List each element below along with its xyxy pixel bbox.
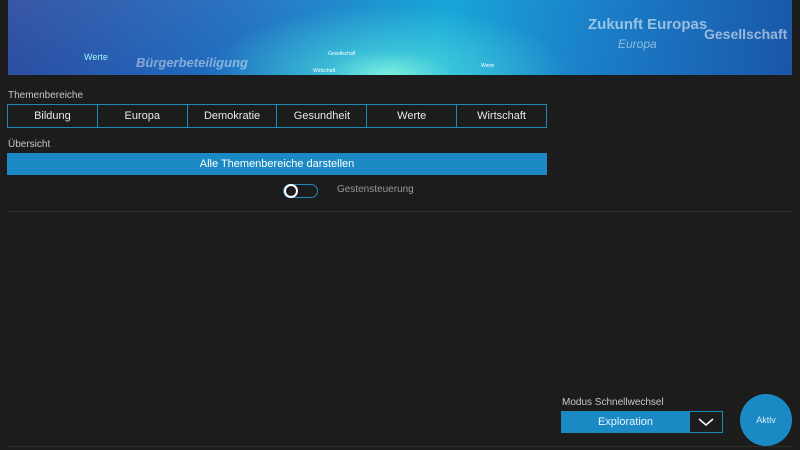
tab-demokratie[interactable]: Demokratie bbox=[188, 105, 278, 127]
banner-word: Gesellschaft bbox=[328, 51, 356, 57]
banner-word: Europa bbox=[618, 37, 657, 51]
chevron-down-icon[interactable] bbox=[689, 412, 722, 432]
banner-word: Werte bbox=[481, 63, 495, 69]
gesture-control-toggle[interactable] bbox=[283, 184, 318, 198]
gesture-control-label: Gestensteuerung bbox=[337, 184, 414, 195]
tab-bildung[interactable]: Bildung bbox=[8, 105, 98, 127]
tab-wirtschaft[interactable]: Wirtschaft bbox=[457, 105, 546, 127]
uebersicht-label: Übersicht bbox=[8, 139, 51, 150]
tab-gesundheit[interactable]: Gesundheit bbox=[277, 105, 368, 127]
banner-word: Gesellschaft bbox=[704, 26, 788, 42]
banner-word: Wirtschaft bbox=[313, 68, 336, 74]
show-all-topics-button[interactable]: Alle Themenbereiche darstellen bbox=[7, 153, 547, 175]
divider bbox=[8, 446, 792, 447]
banner-word: Zukunft Europas bbox=[588, 16, 708, 33]
banner-word: Werte bbox=[84, 52, 108, 62]
topic-tabs: Bildung Europa Demokratie Gesundheit Wer… bbox=[7, 104, 547, 128]
banner-gradient bbox=[8, 0, 792, 75]
toggle-knob bbox=[284, 184, 298, 198]
divider bbox=[8, 211, 792, 212]
header-banner-image: Werte Bürgerbeteiligung Gesellschaft Wir… bbox=[8, 0, 792, 75]
tab-europa[interactable]: Europa bbox=[98, 105, 188, 127]
mode-selected-value: Exploration bbox=[562, 412, 689, 432]
mode-switch-label: Modus Schnellwechsel bbox=[562, 397, 664, 408]
aktiv-button[interactable]: Aktiv bbox=[740, 394, 792, 446]
themenbereiche-label: Themenbereiche bbox=[8, 90, 84, 101]
mode-select[interactable]: Exploration bbox=[561, 411, 723, 433]
banner-word: Bürgerbeteiligung bbox=[136, 55, 248, 70]
tab-werte[interactable]: Werte bbox=[367, 105, 458, 127]
